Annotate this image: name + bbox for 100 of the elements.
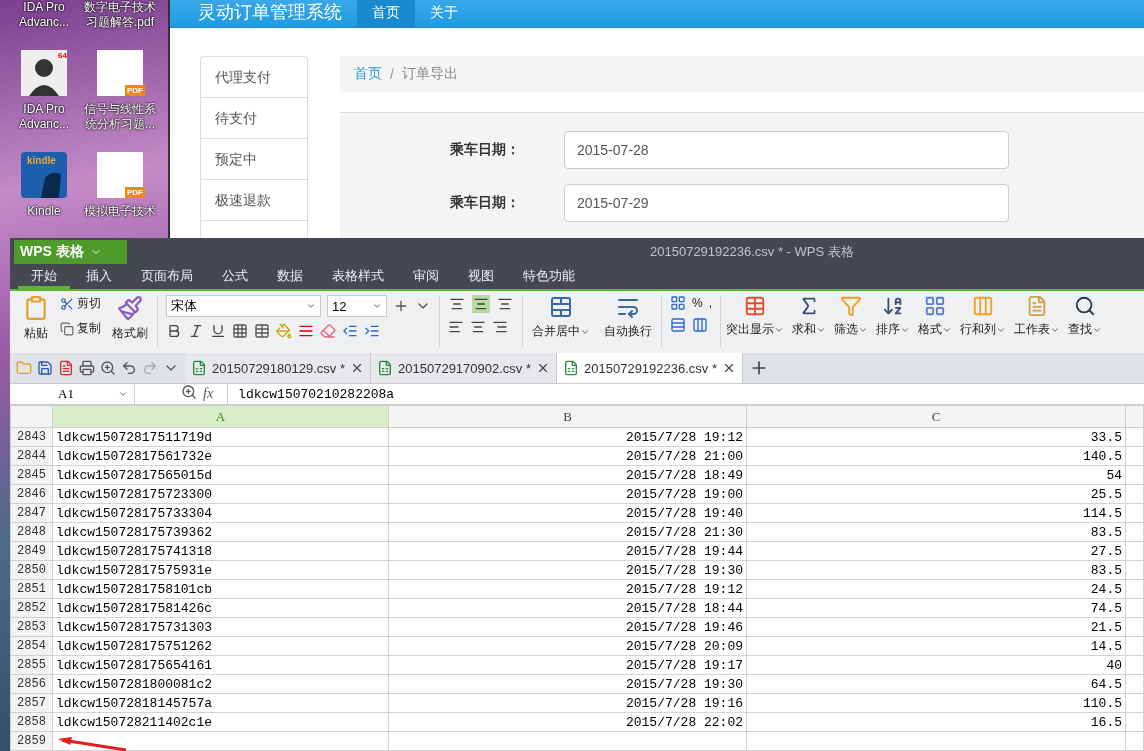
table-cell: 2015/7/28 20:09 <box>388 636 747 656</box>
table-cell: ldkcw150728175739362 <box>52 522 389 542</box>
column-header[interactable]: A <box>52 405 389 428</box>
ribbon-tool-button[interactable]: 求和 <box>791 295 827 347</box>
site-title: 灵动订单管理系统 <box>198 1 342 24</box>
grid-icon <box>924 295 946 318</box>
export-pdf-icon[interactable] <box>58 360 74 376</box>
ribbon-tool-button[interactable]: 查找 <box>1067 295 1103 347</box>
document-tab[interactable]: 20150729180129.csv * <box>185 353 371 383</box>
table-cell: 2015/7/28 19:12 <box>388 579 747 599</box>
date-field[interactable]: 2015-07-28 <box>564 131 1009 169</box>
zoom-icon[interactable] <box>181 384 197 400</box>
table-cell: ldkcw15072817511719d <box>52 427 389 447</box>
table-cell: 25.5 <box>746 484 1126 504</box>
field-label: 乘车日期： <box>450 141 521 159</box>
ribbon-tab[interactable]: 表格样式 <box>319 265 397 290</box>
table-cell: ldkcw150728175733304 <box>52 503 389 523</box>
table-cell: 54 <box>746 465 1126 485</box>
table-cell: 64.5 <box>746 674 1126 694</box>
search-icon <box>1074 295 1096 318</box>
clear-format-icon[interactable] <box>320 323 336 340</box>
function-label[interactable]: fx <box>203 386 214 402</box>
ribbon-tool-button[interactable]: 格式 <box>917 295 953 347</box>
cut-button[interactable]: 剪切 <box>60 295 101 313</box>
table-cell: 2015/7/28 21:00 <box>388 446 747 466</box>
ribbon-tab[interactable]: 公式 <box>209 265 261 290</box>
copy-button[interactable]: 复制 <box>60 320 101 338</box>
desktop-icon-label[interactable]: 数字电子技术习题解答.pdf <box>83 0 157 30</box>
desktop-icon-label[interactable]: IDA Pro Advanc... <box>7 0 81 30</box>
highlight-icon <box>744 295 766 318</box>
paste-button[interactable]: 粘贴 <box>22 295 50 347</box>
bold-icon[interactable] <box>166 323 182 340</box>
table-cell: 33.5 <box>746 427 1126 447</box>
table-cell: 24.5 <box>746 579 1126 599</box>
ribbon-tool-button[interactable]: 筛选 <box>833 295 869 347</box>
cell-style-icon[interactable] <box>254 323 270 340</box>
ribbon-tab[interactable]: 视图 <box>455 265 507 290</box>
border-icon[interactable] <box>232 323 248 340</box>
ribbon-tab[interactable]: 特色功能 <box>510 265 588 290</box>
table-cell: ldkcw150728175723300 <box>52 484 389 504</box>
table-cell: ldkcw150728175731303 <box>52 617 389 637</box>
ribbon-tab[interactable]: 页面布局 <box>128 265 206 290</box>
table-cell: ldkcw150728175741318 <box>52 541 389 561</box>
column-header[interactable]: C <box>746 405 1126 428</box>
format-painter-button[interactable]: 格式刷 <box>111 295 149 347</box>
sidebar-item[interactable]: 代理支付 <box>201 57 307 98</box>
table-cell: 2015/7/28 19:30 <box>388 560 747 580</box>
table-cell: 2015/7/28 18:49 <box>388 465 747 485</box>
ribbon-tab[interactable]: 插入 <box>73 265 125 290</box>
ribbon-tool-button[interactable]: 行和列 <box>959 295 1007 347</box>
breadcrumb-current: 订单导出 <box>401 65 458 83</box>
save-icon[interactable] <box>37 360 53 376</box>
corner-cell[interactable] <box>10 405 53 428</box>
columns-icon <box>972 295 994 318</box>
ribbon-tool-button[interactable]: 工作表 <box>1013 295 1061 347</box>
print-preview-icon[interactable] <box>100 360 116 376</box>
ribbon-tool-button[interactable]: 排序 <box>875 295 911 347</box>
table-cell: 2015/7/28 18:44 <box>388 598 747 618</box>
undo-icon[interactable] <box>121 360 137 376</box>
italic-icon[interactable] <box>188 323 204 340</box>
merge-center-button[interactable]: 合并居中 <box>531 295 591 347</box>
window-title: 20150729192236.csv * - WPS 表格 <box>650 242 854 261</box>
table-cell: 27.5 <box>746 541 1126 561</box>
table-cell: 2015/7/28 19:44 <box>388 541 747 561</box>
percent-button[interactable]: % <box>692 296 703 311</box>
spreadsheet-icon <box>563 360 580 376</box>
font-size-select[interactable]: 12 <box>327 295 387 318</box>
table-cell: ldkcw150728175751262 <box>52 636 389 656</box>
ribbon-tab[interactable]: 数据 <box>264 265 316 290</box>
nav-link[interactable]: 首页 <box>357 0 415 27</box>
sidebar-item[interactable]: 待支付 <box>201 98 307 139</box>
table-cell: ldkcw15072817565015d <box>52 465 389 485</box>
font-name-select[interactable]: 宋体 <box>166 295 321 318</box>
date-field[interactable]: 2015-07-29 <box>564 184 1009 222</box>
sidebar-item[interactable]: 极速退款 <box>201 180 307 221</box>
fill-color-icon[interactable] <box>276 323 292 340</box>
comma-style-button[interactable]: , <box>708 296 712 311</box>
document-tab[interactable]: 20150729192236.csv * <box>557 353 744 383</box>
ribbon-tab[interactable]: 审阅 <box>400 265 452 290</box>
table-cell: 2015/7/28 19:17 <box>388 655 747 675</box>
underline-icon[interactable] <box>210 323 226 340</box>
desktop-icon-label[interactable]: IDA Pro Advanc... <box>7 102 81 132</box>
table-cell: ldkcw15072817575931e <box>52 560 389 580</box>
table-cell: 110.5 <box>746 693 1126 713</box>
formula-field[interactable]: ldkcw15070210282208a <box>227 383 1144 405</box>
table-cell: 40 <box>746 655 1126 675</box>
table-cell: ldkcw1507281800081c2 <box>52 674 389 694</box>
table-cell: 83.5 <box>746 522 1126 542</box>
sidebar-item[interactable]: 预定中 <box>201 139 307 180</box>
name-box[interactable]: A1 <box>10 383 135 405</box>
ribbon-tool-button[interactable]: 突出显示 <box>725 295 785 347</box>
brush-icon <box>117 295 143 322</box>
wrap-text-button[interactable]: 自动换行 <box>603 295 653 347</box>
program-icon[interactable]: 64 <box>21 50 67 96</box>
column-header[interactable]: B <box>388 405 747 428</box>
align-middle-button[interactable] <box>472 295 490 314</box>
app-menu-button[interactable]: WPS 表格 <box>14 239 127 264</box>
print-icon[interactable] <box>79 360 95 376</box>
document-tab[interactable]: 20150729170902.csv * <box>371 353 558 383</box>
table-cell: 2015/7/28 22:02 <box>388 712 747 732</box>
